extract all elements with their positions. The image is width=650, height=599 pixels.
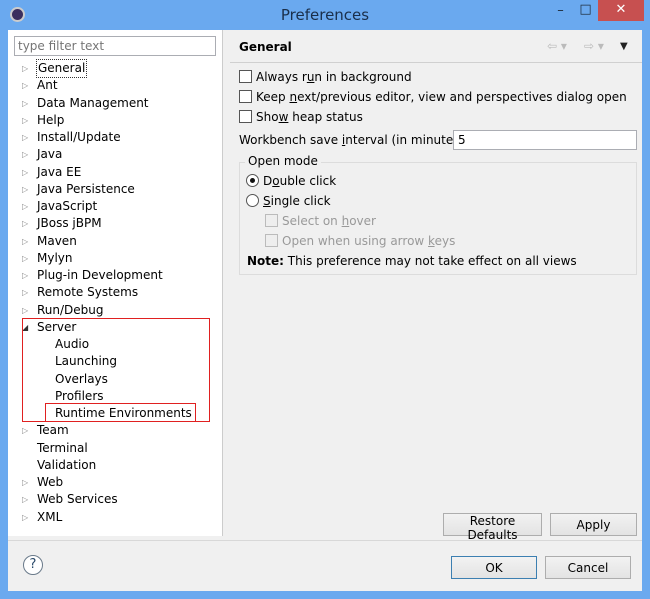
expand-arrow-icon[interactable]: ▷: [22, 474, 32, 491]
expand-arrow-icon[interactable]: ▷: [22, 129, 32, 146]
expand-arrow-icon[interactable]: ▷: [22, 112, 32, 129]
tree-item-label: Plug-in Development: [37, 268, 163, 282]
checkbox-icon: [239, 110, 252, 123]
option-checkbox-0[interactable]: Always run in background: [239, 68, 412, 86]
tree-item-label: Run/Debug: [37, 302, 104, 317]
expand-arrow-icon[interactable]: ▷: [22, 60, 32, 77]
option-checkbox-2[interactable]: Show heap status: [239, 108, 363, 126]
tree-item-label: Java EE: [37, 164, 82, 179]
expand-arrow-icon[interactable]: ▷: [22, 146, 32, 163]
ok-button[interactable]: OK: [451, 556, 537, 579]
expand-arrow-icon[interactable]: ▷: [22, 267, 32, 284]
expand-arrow-icon[interactable]: ▷: [22, 233, 32, 250]
tree-item-label: Web Services: [37, 492, 118, 507]
tree-item-label: XML: [37, 509, 63, 524]
expand-arrow-icon[interactable]: ▷: [22, 422, 32, 439]
save-interval-label: Workbench save interval (in minutes):: [239, 133, 469, 147]
tree-item-label: Validation: [37, 457, 97, 472]
apply-button[interactable]: Apply: [550, 513, 637, 536]
expand-arrow-icon[interactable]: ▷: [22, 95, 32, 112]
tree-item-label: JavaScript: [37, 199, 98, 213]
option-label: Sho: [256, 110, 279, 124]
select-on-hover-checkbox[interactable]: Select on hover: [265, 212, 376, 230]
title-bar: Preferences – □ ✕: [0, 0, 650, 30]
expand-arrow-icon[interactable]: ▷: [22, 302, 32, 319]
expand-arrow-icon[interactable]: ▷: [22, 509, 32, 526]
tree-item-label: Help: [37, 112, 65, 127]
forward-arrow-icon[interactable]: ⇨ ▾: [584, 39, 604, 53]
expand-arrow-icon[interactable]: ▷: [22, 250, 32, 267]
tree-item-label: Java Persistence: [37, 181, 135, 196]
expand-arrow-icon[interactable]: ▷: [22, 198, 32, 215]
highlight-box-runtime-environments: [45, 403, 196, 422]
double-click-radio[interactable]: Double click: [246, 172, 336, 190]
radio-selected-icon: [246, 174, 259, 187]
open-mode-label: Open mode: [245, 154, 321, 168]
tree-item-label: Web: [37, 475, 64, 489]
tree-item-label: Terminal: [37, 440, 88, 455]
tree-item-label: Ant: [37, 78, 58, 93]
maximize-button[interactable]: □: [573, 0, 598, 21]
tree-item-label: Maven: [37, 233, 77, 248]
cancel-button[interactable]: Cancel: [545, 556, 631, 579]
option-label: Always r: [256, 70, 307, 84]
option-label: ext/previous editor, view and perspectiv…: [297, 90, 627, 104]
tree-item-label: JBoss jBPM: [37, 216, 102, 231]
checkbox-icon: [265, 234, 278, 247]
minimize-button[interactable]: –: [548, 0, 573, 21]
radio-icon: [246, 194, 259, 207]
option-label: heap status: [288, 110, 363, 124]
save-interval-input[interactable]: [453, 130, 637, 150]
expand-arrow-icon[interactable]: ▷: [22, 215, 32, 232]
tree-item-label: Data Management: [37, 95, 149, 110]
help-icon[interactable]: ?: [23, 555, 43, 575]
checkbox-icon: [265, 214, 278, 227]
footer-divider: [8, 540, 642, 541]
tree-item-label: Mylyn: [37, 250, 73, 265]
filter-input[interactable]: [14, 36, 216, 56]
option-label: Keep: [256, 90, 290, 104]
tree-item-label: Install/Update: [37, 130, 121, 144]
tree-item-label: Java: [37, 147, 63, 162]
option-mnemonic: w: [278, 110, 289, 124]
back-arrow-icon[interactable]: ⇦ ▾: [547, 39, 567, 53]
single-click-radio[interactable]: Single click: [246, 192, 331, 210]
expand-arrow-icon[interactable]: ▷: [22, 164, 32, 181]
checkbox-icon: [239, 70, 252, 83]
tree-item-label: Remote Systems: [37, 285, 139, 300]
restore-defaults-button[interactable]: Restore Defaults: [443, 513, 542, 542]
tree-item-label: Team: [37, 423, 69, 438]
tree-item-label: General: [35, 59, 88, 78]
open-mode-note: Note: This preference may not take effec…: [247, 254, 577, 268]
option-checkbox-1[interactable]: Keep next/previous editor, view and pers…: [239, 88, 627, 106]
option-mnemonic: n: [289, 90, 298, 104]
option-label: n in background: [314, 70, 412, 84]
expand-arrow-icon[interactable]: ▷: [22, 77, 32, 94]
view-menu-icon[interactable]: ▼: [620, 41, 628, 52]
checkbox-icon: [239, 90, 252, 103]
close-button[interactable]: ✕: [598, 0, 644, 21]
expand-arrow-icon[interactable]: ▷: [22, 181, 32, 198]
open-arrow-keys-checkbox[interactable]: Open when using arrow keys: [265, 232, 455, 250]
page-title: General: [239, 40, 292, 54]
expand-arrow-icon[interactable]: ▷: [22, 284, 32, 301]
expand-arrow-icon[interactable]: ▷: [22, 491, 32, 508]
